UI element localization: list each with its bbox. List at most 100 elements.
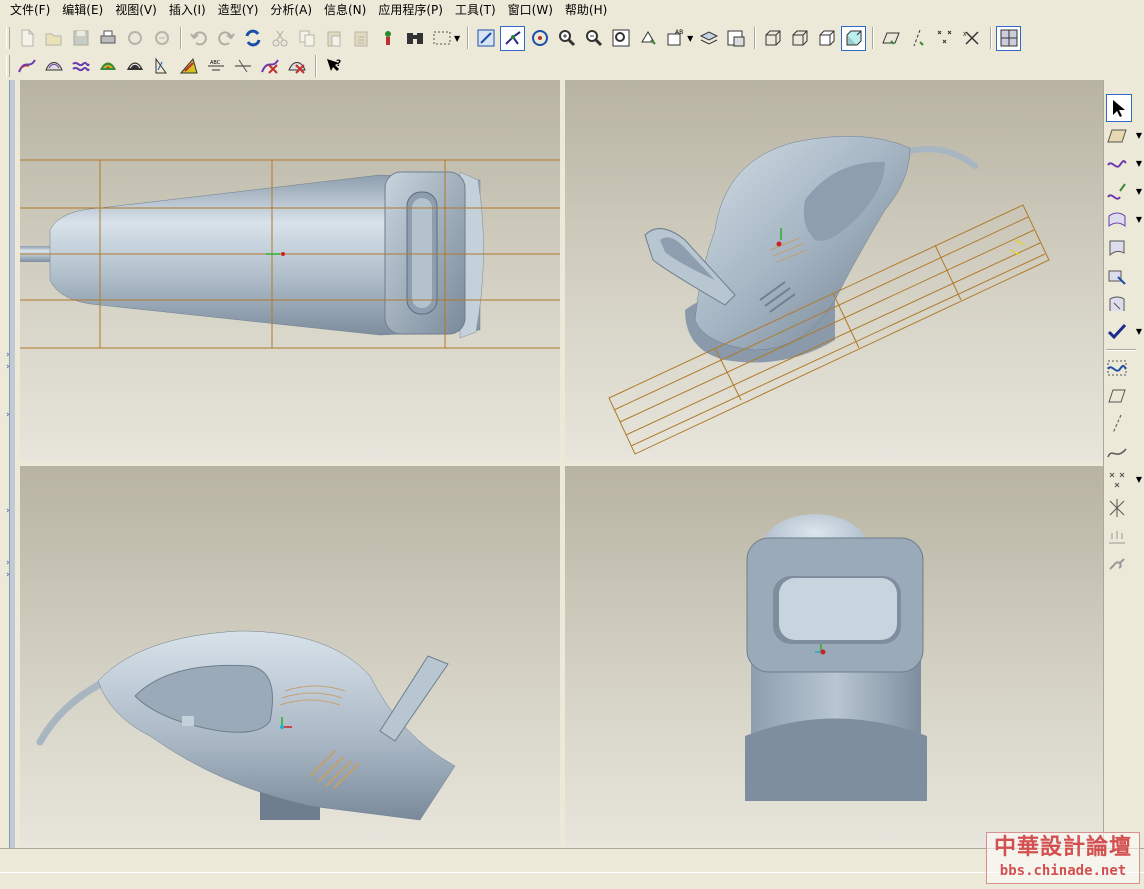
view-manager-icon[interactable] — [723, 26, 748, 51]
menu-info[interactable]: 信息(N) — [318, 0, 372, 20]
viewport-front-view[interactable] — [565, 466, 1103, 847]
print-icon[interactable] — [95, 26, 120, 51]
sketch-plane-icon[interactable]: ▼ — [1106, 122, 1142, 150]
cut-icon[interactable] — [267, 26, 292, 51]
datum-point-icon[interactable]: ▼ — [1106, 466, 1142, 494]
refit-icon[interactable] — [608, 26, 633, 51]
regenerate-icon[interactable] — [240, 26, 265, 51]
slope-icon[interactable] — [176, 54, 201, 79]
watermark-url: bbs.chinade.net — [999, 863, 1127, 879]
sketch-view-icon[interactable] — [473, 26, 498, 51]
new-file-icon[interactable] — [14, 26, 39, 51]
expand-arrow-icon[interactable]: › — [6, 506, 10, 516]
zoom-in-icon[interactable] — [554, 26, 579, 51]
surface-connect-icon[interactable] — [1106, 290, 1136, 318]
boundary-surface-icon[interactable]: ▼ — [1106, 206, 1142, 234]
menu-edit[interactable]: 编辑(E) — [56, 0, 109, 20]
chevron-down-icon[interactable]: ▼ — [1136, 159, 1142, 168]
shaded-curvature-icon[interactable] — [95, 54, 120, 79]
spin-center-icon[interactable] — [527, 26, 552, 51]
watermark: 中華設計論壇 bbs.chinade.net — [986, 832, 1140, 884]
menu-file[interactable]: 文件(F) — [4, 0, 56, 20]
offset-point-icon[interactable] — [1106, 522, 1136, 550]
curvature-icon[interactable] — [68, 54, 93, 79]
chevron-down-icon[interactable]: ▼ — [1136, 187, 1142, 196]
expand-arrow-icon[interactable]: › — [6, 558, 10, 568]
expand-arrow-icon[interactable]: › — [6, 570, 10, 580]
toolbar-grip[interactable] — [6, 55, 10, 77]
chevron-down-icon[interactable]: ▼ — [454, 34, 460, 43]
curve-analysis-icon[interactable] — [14, 54, 39, 79]
menu-insert[interactable]: 插入(I) — [163, 0, 212, 20]
sketch-curve-icon[interactable] — [1106, 438, 1136, 466]
wireframe-icon[interactable] — [760, 26, 785, 51]
surface-edit-icon[interactable] — [1106, 262, 1136, 290]
shading-icon[interactable] — [841, 25, 867, 51]
expand-arrow-icon[interactable]: › — [6, 362, 10, 372]
graphics-window[interactable] — [20, 80, 1103, 847]
datum-axis-icon[interactable] — [1106, 410, 1136, 438]
saved-views-icon[interactable]: AB — [662, 26, 687, 51]
left-splitter[interactable]: › › › › › › — [0, 80, 20, 848]
curve-from-plane-icon[interactable]: ▼ — [1106, 178, 1142, 206]
expand-arrow-icon[interactable]: › — [6, 410, 10, 420]
window-layout-icon[interactable] — [996, 25, 1022, 51]
layers-icon[interactable] — [696, 26, 721, 51]
paste-icon[interactable] — [321, 26, 346, 51]
select-arrow-icon[interactable] — [1106, 94, 1132, 122]
viewport-side-view[interactable] — [20, 466, 560, 847]
expand-arrow-icon[interactable]: › — [6, 350, 10, 360]
menu-window[interactable]: 窗口(W) — [502, 0, 559, 20]
curve-icon[interactable]: ▼ — [1106, 150, 1142, 178]
datum-axes-icon[interactable] — [905, 26, 930, 51]
toolbar-grip[interactable] — [6, 27, 10, 49]
no-hidden-icon[interactable] — [814, 26, 839, 51]
menu-style[interactable]: 造型(Y) — [212, 0, 265, 20]
deviation-icon[interactable] — [230, 54, 255, 79]
menu-help[interactable]: 帮助(H) — [559, 0, 613, 20]
style-curve-icon[interactable] — [1106, 354, 1136, 382]
done-check-icon[interactable]: ▼ — [1106, 318, 1142, 346]
send-mail-icon[interactable] — [122, 26, 147, 51]
splitter-bar[interactable] — [9, 80, 15, 848]
delete-all-analysis-icon[interactable] — [284, 54, 309, 79]
coordinate-systems-icon[interactable]: X — [959, 26, 984, 51]
menu-analysis[interactable]: 分析(A) — [264, 0, 318, 20]
viewport-top-view[interactable] — [20, 80, 560, 462]
chevron-down-icon[interactable]: ▼ — [687, 34, 693, 43]
redo-icon[interactable] — [213, 26, 238, 51]
draft-surface-icon[interactable] — [1106, 234, 1136, 262]
datum-planes-icon[interactable] — [878, 26, 903, 51]
menu-view[interactable]: 视图(V) — [109, 0, 163, 20]
viewport-trimetric-view[interactable] — [565, 80, 1103, 462]
open-file-icon[interactable] — [41, 26, 66, 51]
surface-analysis-icon[interactable] — [41, 54, 66, 79]
menu-tools[interactable]: 工具(T) — [449, 0, 502, 20]
model-tree-icon[interactable] — [375, 26, 400, 51]
whats-this-icon[interactable]: ? — [321, 54, 346, 79]
datum-csys-icon[interactable] — [1106, 494, 1136, 522]
reflection-icon[interactable] — [122, 54, 147, 79]
copy-icon[interactable] — [294, 26, 319, 51]
mail-icon[interactable] — [149, 26, 174, 51]
datum-points-icon[interactable] — [932, 26, 957, 51]
chevron-down-icon[interactable]: ▼ — [1136, 327, 1142, 336]
datum-plane-icon[interactable] — [1106, 382, 1136, 410]
delete-analysis-icon[interactable] — [257, 54, 282, 79]
menu-applications[interactable]: 应用程序(P) — [372, 0, 449, 20]
chevron-down-icon[interactable]: ▼ — [1136, 215, 1142, 224]
save-icon[interactable] — [68, 26, 93, 51]
select-box-icon[interactable] — [429, 26, 454, 51]
hidden-line-icon[interactable] — [787, 26, 812, 51]
datum-point-display-icon[interactable] — [500, 25, 526, 51]
chain-link-icon[interactable] — [1106, 550, 1136, 578]
find-icon[interactable] — [402, 26, 427, 51]
reorient-icon[interactable] — [635, 26, 660, 51]
dihedral-icon[interactable]: ABC — [203, 54, 228, 79]
chevron-down-icon[interactable]: ▼ — [1136, 475, 1142, 484]
draft-icon[interactable] — [149, 54, 174, 79]
chevron-down-icon[interactable]: ▼ — [1136, 131, 1142, 140]
paste-special-icon[interactable] — [348, 26, 373, 51]
zoom-out-icon[interactable] — [581, 26, 606, 51]
undo-icon[interactable] — [186, 26, 211, 51]
